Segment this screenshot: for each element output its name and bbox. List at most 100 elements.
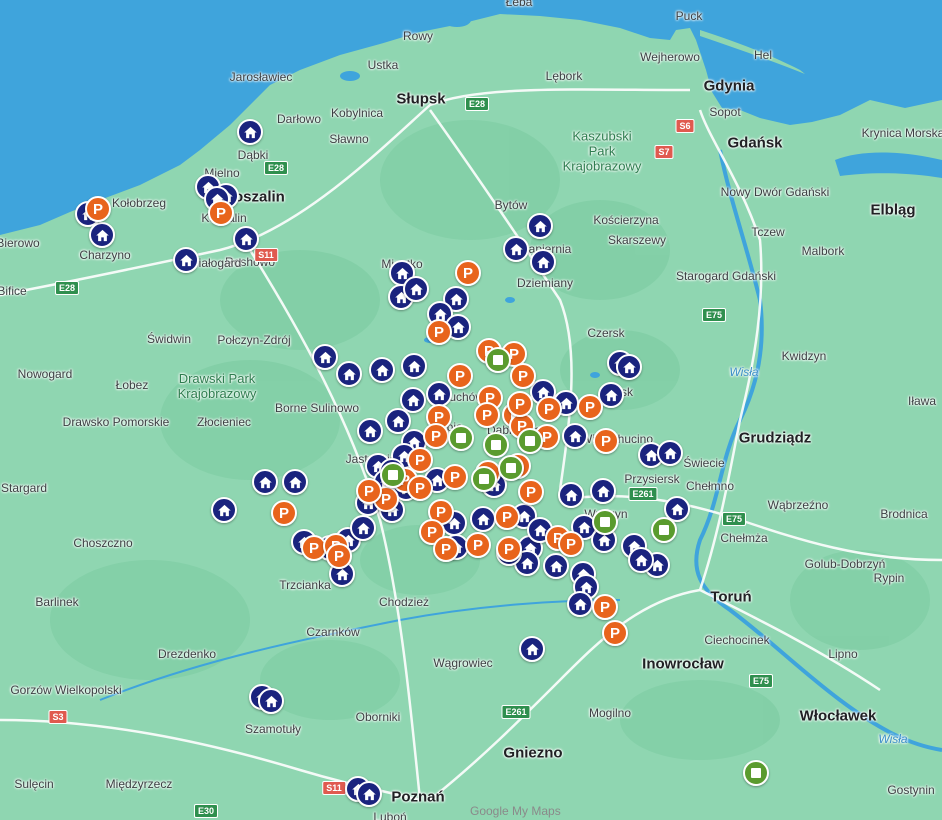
green-square-marker[interactable] — [592, 509, 618, 535]
parking-marker[interactable]: P — [494, 504, 520, 530]
parking-marker[interactable]: P — [465, 532, 491, 558]
house-marker[interactable] — [401, 353, 427, 379]
parking-marker[interactable]: P — [558, 531, 584, 557]
house-marker[interactable] — [252, 469, 278, 495]
town-label: Trzcianka — [279, 578, 331, 592]
house-marker[interactable] — [470, 506, 496, 532]
green-square-marker[interactable] — [483, 432, 509, 458]
town-label: Barlinek — [35, 595, 79, 609]
town-label: Sławno — [329, 132, 369, 146]
house-marker[interactable] — [233, 226, 259, 252]
house-marker[interactable] — [369, 357, 395, 383]
parking-marker[interactable]: P — [577, 394, 603, 420]
city-label: Włocławek — [799, 707, 877, 725]
road-shield: S3 — [48, 710, 68, 724]
town-label: Lębork — [545, 69, 583, 83]
parking-marker[interactable]: P — [407, 475, 433, 501]
house-marker[interactable] — [567, 591, 593, 617]
town-label: Iława — [907, 394, 937, 408]
town-label: Stargard — [0, 481, 48, 495]
parking-marker[interactable]: P — [536, 396, 562, 422]
parking-marker[interactable]: P — [510, 363, 536, 389]
house-marker[interactable] — [350, 515, 376, 541]
house-icon — [356, 522, 370, 534]
house-icon — [391, 415, 405, 427]
house-marker[interactable] — [519, 636, 545, 662]
road-shield: E75 — [748, 674, 774, 688]
parking-marker[interactable]: P — [271, 500, 297, 526]
town-label: Szamotuły — [244, 722, 302, 736]
house-marker[interactable] — [543, 553, 569, 579]
parking-marker[interactable]: P — [208, 200, 234, 226]
parking-marker[interactable]: P — [474, 402, 500, 428]
parking-marker[interactable]: P — [447, 363, 473, 389]
parking-marker[interactable]: P — [602, 620, 628, 646]
green-square-marker[interactable] — [517, 428, 543, 454]
house-marker[interactable] — [258, 688, 284, 714]
house-marker[interactable] — [312, 344, 338, 370]
town-label: Tczew — [751, 225, 785, 239]
house-marker[interactable] — [237, 119, 263, 145]
parking-marker[interactable]: P — [442, 464, 468, 490]
green-square-marker[interactable] — [498, 455, 524, 481]
town-label: Dąbki — [237, 148, 269, 162]
house-marker[interactable] — [211, 497, 237, 523]
house-marker[interactable] — [657, 440, 683, 466]
house-marker[interactable] — [590, 478, 616, 504]
road-shield: E261 — [501, 705, 531, 719]
town-label: Gorzów Wielkopolski — [10, 683, 122, 697]
river-label: Wisła — [729, 365, 759, 379]
park-label: Kaszubski Park Krajobrazowy — [562, 128, 642, 174]
parking-marker[interactable]: P — [433, 536, 459, 562]
parking-marker[interactable]: P — [593, 428, 619, 454]
map-base — [0, 0, 942, 820]
parking-marker[interactable]: P — [496, 536, 522, 562]
parking-marker[interactable]: P — [85, 196, 111, 222]
house-marker[interactable] — [356, 781, 382, 807]
green-square-marker[interactable] — [743, 760, 769, 786]
road-shield: S11 — [322, 781, 346, 795]
parking-marker[interactable]: P — [455, 260, 481, 286]
map-canvas[interactable]: Gdynia Gdańsk Słupsk Koszalin Grudziądz Toruń… — [0, 0, 942, 820]
house-icon — [239, 233, 253, 245]
green-square-marker[interactable] — [651, 517, 677, 543]
city-label: Poznań — [391, 788, 445, 806]
parking-marker[interactable]: P — [592, 594, 618, 620]
green-square-marker[interactable] — [471, 466, 497, 492]
house-marker[interactable] — [628, 547, 654, 573]
town-label: Malbork — [801, 244, 845, 258]
house-marker[interactable] — [527, 213, 553, 239]
road-shield: S11 — [254, 248, 278, 262]
parking-marker[interactable]: P — [356, 478, 382, 504]
house-marker[interactable] — [503, 236, 529, 262]
house-icon — [432, 388, 446, 400]
house-marker[interactable] — [616, 354, 642, 380]
town-label: Brodnica — [880, 507, 928, 521]
parking-marker[interactable]: P — [518, 479, 544, 505]
parking-marker[interactable]: P — [507, 391, 533, 417]
parking-marker[interactable]: P — [423, 423, 449, 449]
parking-marker[interactable]: P — [326, 543, 352, 569]
town-label: Dziemiany — [516, 276, 574, 290]
town-label: Złocieniec — [196, 415, 252, 429]
house-icon — [179, 254, 193, 266]
city-label: Inowrocław — [642, 655, 724, 673]
town-label: Skarszewy — [607, 233, 667, 247]
green-square-marker[interactable] — [380, 462, 406, 488]
house-marker[interactable] — [173, 247, 199, 273]
green-square-marker[interactable] — [485, 347, 511, 373]
house-marker[interactable] — [357, 418, 383, 444]
green-square-marker[interactable] — [448, 425, 474, 451]
house-icon — [573, 598, 587, 610]
house-marker[interactable] — [558, 482, 584, 508]
parking-marker[interactable]: P — [426, 319, 452, 345]
house-marker[interactable] — [530, 249, 556, 275]
house-marker[interactable] — [336, 361, 362, 387]
town-label: Nowy Dwór Gdański — [720, 185, 830, 199]
house-marker[interactable] — [403, 276, 429, 302]
house-marker[interactable] — [89, 222, 115, 248]
house-marker[interactable] — [282, 469, 308, 495]
town-label: Sulęcin — [14, 777, 54, 791]
house-icon — [375, 364, 389, 376]
house-marker[interactable] — [562, 423, 588, 449]
